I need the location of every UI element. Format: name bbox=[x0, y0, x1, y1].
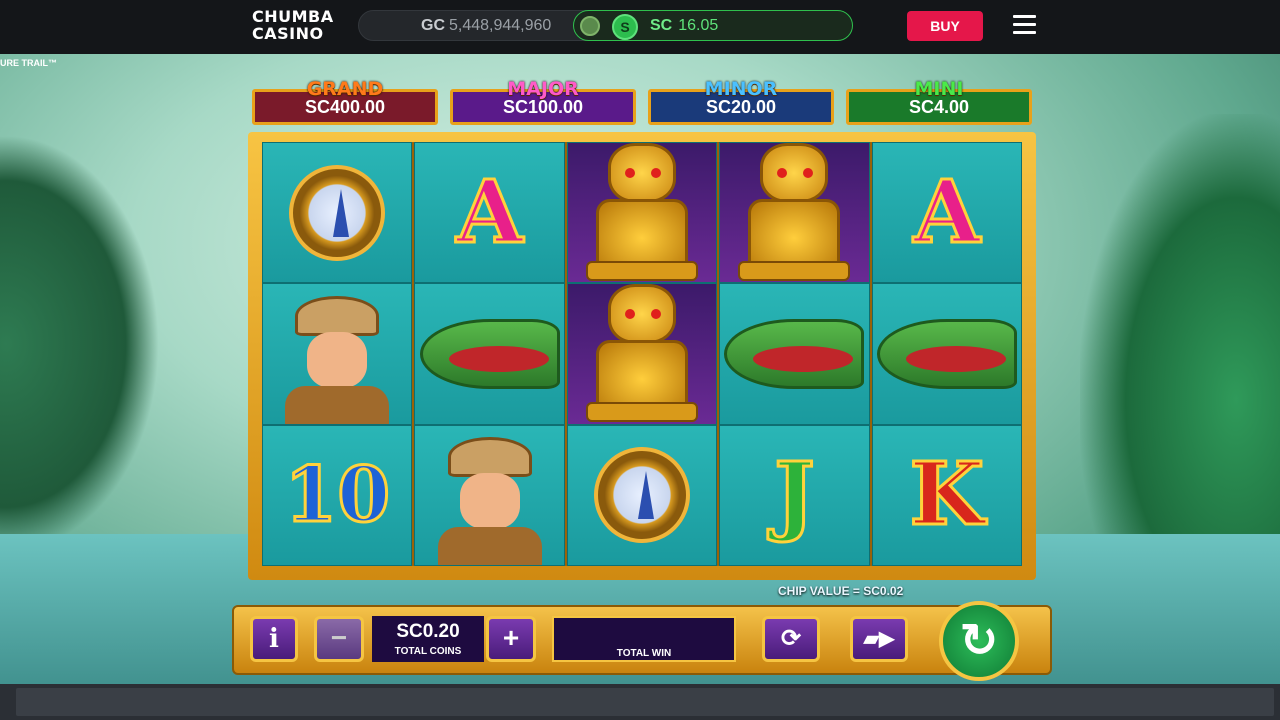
info-button[interactable]: i bbox=[250, 616, 298, 662]
reel-cell: A bbox=[414, 142, 565, 284]
symbol-j: J bbox=[773, 444, 817, 546]
sc-balance-toggle[interactable]: S SC 16.05 bbox=[573, 10, 853, 41]
slot-game: URE TRAIL™ SC400.00 GRAND SC100.00 MAJOR SC2… bbox=[0, 54, 1280, 684]
jackpot-label: MAJOR bbox=[507, 78, 579, 100]
balance-bar: GC 5,448,944,960 S SC 16.05 bbox=[358, 10, 853, 41]
hamburger-menu-icon[interactable] bbox=[1013, 15, 1036, 35]
total-win-display: TOTAL WIN bbox=[552, 616, 736, 662]
jackpot-major: SC100.00 MAJOR bbox=[448, 78, 638, 130]
logo-line-1: CHUMBA bbox=[252, 7, 334, 26]
decrease-bet-button[interactable]: − bbox=[314, 616, 364, 662]
monkey-idol-icon bbox=[734, 143, 854, 282]
sc-balance: SC 16.05 bbox=[650, 17, 718, 35]
bottom-bar bbox=[0, 684, 1280, 720]
reel-cell bbox=[566, 142, 718, 284]
logo-line-2: CASINO bbox=[252, 24, 324, 43]
crocodile-icon bbox=[724, 318, 865, 389]
symbol-k: K bbox=[908, 444, 986, 546]
autoplay-button[interactable]: ⟳ bbox=[762, 616, 820, 662]
jackpot-label: GRAND bbox=[306, 78, 384, 100]
explorer-icon bbox=[430, 435, 550, 565]
gc-value: 5,448,944,960 bbox=[449, 17, 552, 34]
compass-icon bbox=[594, 447, 691, 544]
bet-display: SC0.20 TOTAL COINS bbox=[372, 616, 484, 662]
gold-coin-icon[interactable] bbox=[580, 16, 600, 36]
game-title-snippet: URE TRAIL™ bbox=[0, 58, 57, 68]
monkey-idol-icon bbox=[582, 284, 702, 423]
autoplay-icon: ⟳ bbox=[780, 625, 802, 652]
crocodile-icon bbox=[876, 318, 1017, 389]
reel-cell: 10 bbox=[262, 424, 413, 566]
compass-icon bbox=[289, 164, 386, 261]
spin-icon: ↻ bbox=[959, 614, 999, 666]
reel-grid: 10 A J A K bbox=[262, 142, 1023, 566]
reel-cell: K bbox=[871, 424, 1023, 566]
reel-cell bbox=[871, 283, 1023, 425]
reel-cell bbox=[719, 142, 870, 284]
reel-cell bbox=[566, 424, 718, 566]
symbol-a: A bbox=[455, 161, 525, 263]
crocodile-icon bbox=[419, 318, 560, 389]
increase-bet-button[interactable]: + bbox=[486, 616, 536, 662]
explorer-icon bbox=[277, 294, 397, 424]
reel-1: 10 bbox=[262, 142, 413, 566]
reel-cell bbox=[414, 424, 565, 566]
total-win-label: TOTAL WIN bbox=[616, 648, 672, 659]
reel-2: A bbox=[414, 142, 565, 566]
spin-button[interactable]: ↻ bbox=[939, 601, 1019, 681]
reel-cell bbox=[262, 283, 413, 425]
gc-balance: GC 5,448,944,960 bbox=[421, 17, 551, 35]
reel-cell bbox=[262, 142, 413, 284]
reel-4: J bbox=[719, 142, 870, 566]
monkey-idol-icon bbox=[582, 143, 702, 282]
reel-5: AK bbox=[871, 142, 1023, 566]
jackpot-mini: SC4.00 MINI bbox=[844, 78, 1034, 130]
chip-value: CHIP VALUE = SC0.02 bbox=[778, 584, 904, 598]
symbol-10: 10 bbox=[283, 450, 392, 540]
buy-button[interactable]: BUY bbox=[907, 11, 983, 41]
gc-label: GC bbox=[421, 17, 445, 34]
reel-cell bbox=[414, 283, 565, 425]
reel-cell: A bbox=[871, 142, 1023, 284]
bet-value: SC0.20 bbox=[396, 621, 460, 642]
jackpot-label: MINOR bbox=[704, 78, 778, 100]
reel-frame: 10 A J A K bbox=[248, 132, 1036, 580]
jackpot-grand: SC400.00 GRAND bbox=[250, 78, 440, 130]
turbo-icon: ▰▶ bbox=[863, 628, 895, 650]
top-bar: CHUMBA CASINO GC 5,448,944,960 S SC 16.05 … bbox=[0, 0, 1280, 54]
reel-cell: J bbox=[719, 424, 870, 566]
bet-label: TOTAL COINS bbox=[394, 646, 462, 657]
reel-cell bbox=[719, 283, 870, 425]
reel-cell bbox=[566, 283, 718, 425]
bottom-bar-panel bbox=[16, 688, 1274, 716]
sc-label: SC bbox=[650, 17, 673, 34]
control-panel: i − SC0.20 TOTAL COINS + TOTAL WIN ⟳ ▰▶ … bbox=[232, 601, 1052, 681]
symbol-a: A bbox=[912, 161, 982, 263]
chumba-logo[interactable]: CHUMBA CASINO bbox=[252, 8, 342, 46]
jackpot-minor: SC20.00 MINOR bbox=[646, 78, 836, 130]
jackpot-label: MINI bbox=[914, 78, 964, 100]
reel-3 bbox=[566, 142, 718, 566]
jungle-foliage-left bbox=[0, 134, 160, 554]
sweeps-coin-icon[interactable]: S bbox=[612, 14, 638, 40]
turbo-button[interactable]: ▰▶ bbox=[850, 616, 908, 662]
sc-value: 16.05 bbox=[678, 17, 719, 34]
